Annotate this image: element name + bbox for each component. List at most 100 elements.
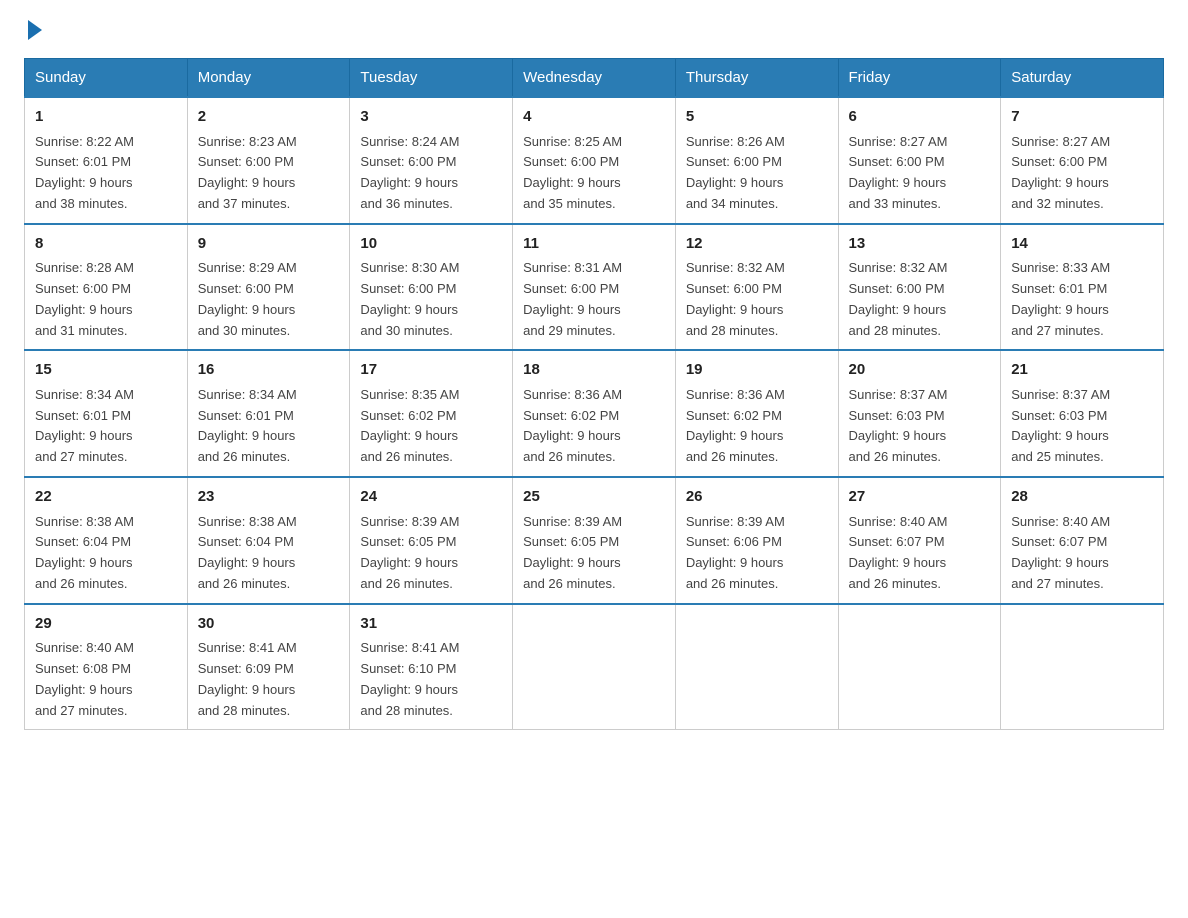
calendar-day-header: Friday bbox=[838, 59, 1001, 98]
calendar-cell: 27 Sunrise: 8:40 AMSunset: 6:07 PMDayligh… bbox=[838, 477, 1001, 604]
calendar-cell: 11Sunrise: 8:31 AMSunset: 6:00 PMDayligh… bbox=[513, 224, 676, 351]
calendar-cell: 7 Sunrise: 8:27 AMSunset: 6:00 PMDaylight… bbox=[1001, 97, 1164, 224]
day-info: Sunrise: 8:36 AMSunset: 6:02 PMDaylight:… bbox=[523, 385, 665, 468]
day-info: Sunrise: 8:33 AMSunset: 6:01 PMDaylight:… bbox=[1011, 258, 1153, 341]
day-info: Sunrise: 8:38 AMSunset: 6:04 PMDaylight:… bbox=[35, 512, 177, 595]
day-info: Sunrise: 8:34 AMSunset: 6:01 PMDaylight:… bbox=[35, 385, 177, 468]
calendar-week-row: 1 Sunrise: 8:22 AMSunset: 6:01 PMDaylight… bbox=[25, 97, 1164, 224]
calendar-cell bbox=[838, 604, 1001, 730]
day-info: Sunrise: 8:34 AMSunset: 6:01 PMDaylight:… bbox=[198, 385, 340, 468]
calendar-cell bbox=[513, 604, 676, 730]
day-number: 31 bbox=[360, 613, 502, 636]
day-number: 3 bbox=[360, 106, 502, 129]
calendar-cell: 25 Sunrise: 8:39 AMSunset: 6:05 PMDayligh… bbox=[513, 477, 676, 604]
day-number: 12 bbox=[686, 233, 828, 256]
day-number: 2 bbox=[198, 106, 340, 129]
calendar-day-header: Wednesday bbox=[513, 59, 676, 98]
day-info: Sunrise: 8:31 AMSunset: 6:00 PMDaylight:… bbox=[523, 258, 665, 341]
day-number: 24 bbox=[360, 486, 502, 509]
logo-icon bbox=[28, 20, 42, 40]
day-number: 7 bbox=[1011, 106, 1153, 129]
day-number: 22 bbox=[35, 486, 177, 509]
day-number: 17 bbox=[360, 359, 502, 382]
day-number: 21 bbox=[1011, 359, 1153, 382]
calendar-cell: 9Sunrise: 8:29 AMSunset: 6:00 PMDaylight… bbox=[187, 224, 350, 351]
calendar-day-header: Thursday bbox=[675, 59, 838, 98]
day-number: 10 bbox=[360, 233, 502, 256]
day-info: Sunrise: 8:40 AMSunset: 6:08 PMDaylight:… bbox=[35, 638, 177, 721]
day-number: 25 bbox=[523, 486, 665, 509]
calendar-day-header: Sunday bbox=[25, 59, 188, 98]
day-info: Sunrise: 8:24 AMSunset: 6:00 PMDaylight:… bbox=[360, 132, 502, 215]
calendar-cell: 6 Sunrise: 8:27 AMSunset: 6:00 PMDaylight… bbox=[838, 97, 1001, 224]
day-number: 13 bbox=[849, 233, 991, 256]
day-info: Sunrise: 8:27 AMSunset: 6:00 PMDaylight:… bbox=[849, 132, 991, 215]
calendar-header-row: SundayMondayTuesdayWednesdayThursdayFrid… bbox=[25, 59, 1164, 98]
calendar-cell bbox=[675, 604, 838, 730]
day-info: Sunrise: 8:30 AMSunset: 6:00 PMDaylight:… bbox=[360, 258, 502, 341]
day-number: 20 bbox=[849, 359, 991, 382]
day-number: 8 bbox=[35, 233, 177, 256]
calendar-cell: 28Sunrise: 8:40 AMSunset: 6:07 PMDayligh… bbox=[1001, 477, 1164, 604]
calendar-cell: 24 Sunrise: 8:39 AMSunset: 6:05 PMDayligh… bbox=[350, 477, 513, 604]
calendar-day-header: Tuesday bbox=[350, 59, 513, 98]
day-number: 27 bbox=[849, 486, 991, 509]
calendar-week-row: 15Sunrise: 8:34 AMSunset: 6:01 PMDayligh… bbox=[25, 350, 1164, 477]
day-number: 5 bbox=[686, 106, 828, 129]
day-number: 14 bbox=[1011, 233, 1153, 256]
logo bbox=[24, 24, 42, 40]
day-number: 11 bbox=[523, 233, 665, 256]
calendar-cell: 4Sunrise: 8:25 AMSunset: 6:00 PMDaylight… bbox=[513, 97, 676, 224]
calendar-table: SundayMondayTuesdayWednesdayThursdayFrid… bbox=[24, 58, 1164, 730]
calendar-cell: 26 Sunrise: 8:39 AMSunset: 6:06 PMDayligh… bbox=[675, 477, 838, 604]
day-info: Sunrise: 8:32 AMSunset: 6:00 PMDaylight:… bbox=[686, 258, 828, 341]
calendar-cell: 30Sunrise: 8:41 AMSunset: 6:09 PMDayligh… bbox=[187, 604, 350, 730]
calendar-week-row: 8Sunrise: 8:28 AMSunset: 6:00 PMDaylight… bbox=[25, 224, 1164, 351]
day-info: Sunrise: 8:41 AMSunset: 6:09 PMDaylight:… bbox=[198, 638, 340, 721]
calendar-cell: 29Sunrise: 8:40 AMSunset: 6:08 PMDayligh… bbox=[25, 604, 188, 730]
day-number: 26 bbox=[686, 486, 828, 509]
calendar-week-row: 22 Sunrise: 8:38 AMSunset: 6:04 PMDayligh… bbox=[25, 477, 1164, 604]
day-info: Sunrise: 8:35 AMSunset: 6:02 PMDaylight:… bbox=[360, 385, 502, 468]
day-number: 19 bbox=[686, 359, 828, 382]
calendar-cell: 23Sunrise: 8:38 AMSunset: 6:04 PMDayligh… bbox=[187, 477, 350, 604]
day-info: Sunrise: 8:32 AMSunset: 6:00 PMDaylight:… bbox=[849, 258, 991, 341]
calendar-cell: 22 Sunrise: 8:38 AMSunset: 6:04 PMDayligh… bbox=[25, 477, 188, 604]
day-info: Sunrise: 8:26 AMSunset: 6:00 PMDaylight:… bbox=[686, 132, 828, 215]
calendar-cell: 2 Sunrise: 8:23 AMSunset: 6:00 PMDaylight… bbox=[187, 97, 350, 224]
calendar-cell: 17 Sunrise: 8:35 AMSunset: 6:02 PMDayligh… bbox=[350, 350, 513, 477]
day-number: 18 bbox=[523, 359, 665, 382]
day-info: Sunrise: 8:40 AMSunset: 6:07 PMDaylight:… bbox=[849, 512, 991, 595]
calendar-cell: 13Sunrise: 8:32 AMSunset: 6:00 PMDayligh… bbox=[838, 224, 1001, 351]
day-info: Sunrise: 8:23 AMSunset: 6:00 PMDaylight:… bbox=[198, 132, 340, 215]
calendar-day-header: Monday bbox=[187, 59, 350, 98]
calendar-cell: 15Sunrise: 8:34 AMSunset: 6:01 PMDayligh… bbox=[25, 350, 188, 477]
day-info: Sunrise: 8:25 AMSunset: 6:00 PMDaylight:… bbox=[523, 132, 665, 215]
day-info: Sunrise: 8:39 AMSunset: 6:05 PMDaylight:… bbox=[360, 512, 502, 595]
day-info: Sunrise: 8:22 AMSunset: 6:01 PMDaylight:… bbox=[35, 132, 177, 215]
day-number: 1 bbox=[35, 106, 177, 129]
day-info: Sunrise: 8:27 AMSunset: 6:00 PMDaylight:… bbox=[1011, 132, 1153, 215]
day-info: Sunrise: 8:36 AMSunset: 6:02 PMDaylight:… bbox=[686, 385, 828, 468]
day-info: Sunrise: 8:41 AMSunset: 6:10 PMDaylight:… bbox=[360, 638, 502, 721]
day-info: Sunrise: 8:39 AMSunset: 6:05 PMDaylight:… bbox=[523, 512, 665, 595]
day-number: 30 bbox=[198, 613, 340, 636]
day-info: Sunrise: 8:39 AMSunset: 6:06 PMDaylight:… bbox=[686, 512, 828, 595]
calendar-cell bbox=[1001, 604, 1164, 730]
day-number: 6 bbox=[849, 106, 991, 129]
page-header bbox=[24, 24, 1164, 40]
day-number: 23 bbox=[198, 486, 340, 509]
calendar-cell: 12Sunrise: 8:32 AMSunset: 6:00 PMDayligh… bbox=[675, 224, 838, 351]
calendar-cell: 8Sunrise: 8:28 AMSunset: 6:00 PMDaylight… bbox=[25, 224, 188, 351]
day-info: Sunrise: 8:37 AMSunset: 6:03 PMDaylight:… bbox=[849, 385, 991, 468]
calendar-cell: 3 Sunrise: 8:24 AMSunset: 6:00 PMDaylight… bbox=[350, 97, 513, 224]
day-number: 16 bbox=[198, 359, 340, 382]
day-info: Sunrise: 8:40 AMSunset: 6:07 PMDaylight:… bbox=[1011, 512, 1153, 595]
calendar-cell: 16 Sunrise: 8:34 AMSunset: 6:01 PMDayligh… bbox=[187, 350, 350, 477]
calendar-cell: 5 Sunrise: 8:26 AMSunset: 6:00 PMDaylight… bbox=[675, 97, 838, 224]
calendar-cell: 1 Sunrise: 8:22 AMSunset: 6:01 PMDaylight… bbox=[25, 97, 188, 224]
calendar-cell: 31Sunrise: 8:41 AMSunset: 6:10 PMDayligh… bbox=[350, 604, 513, 730]
day-number: 9 bbox=[198, 233, 340, 256]
day-info: Sunrise: 8:37 AMSunset: 6:03 PMDaylight:… bbox=[1011, 385, 1153, 468]
calendar-cell: 18 Sunrise: 8:36 AMSunset: 6:02 PMDayligh… bbox=[513, 350, 676, 477]
